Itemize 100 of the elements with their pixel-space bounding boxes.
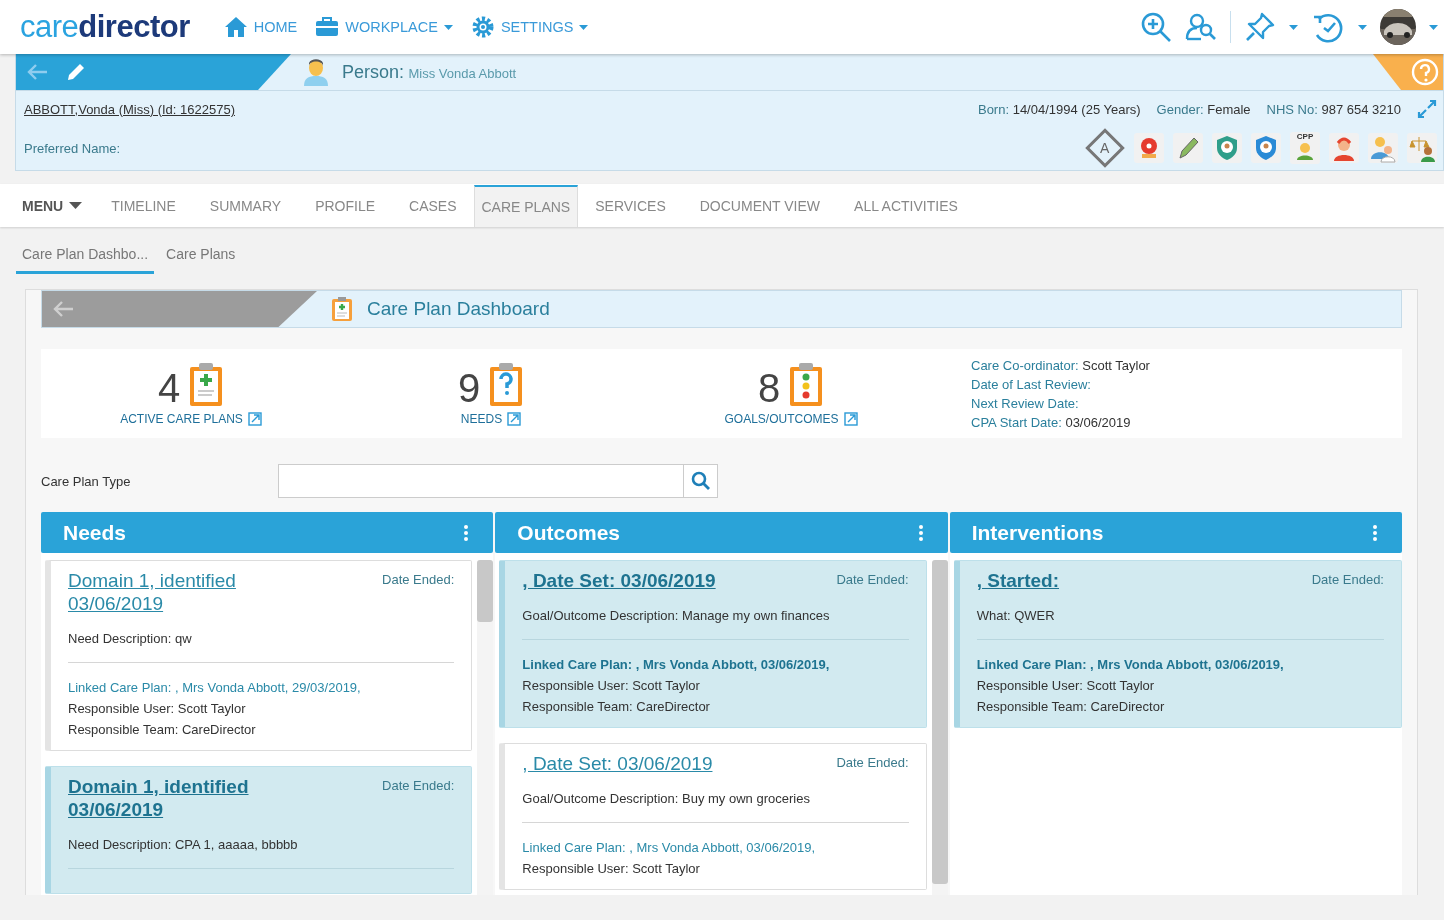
date-ended-label: Date Ended: bbox=[836, 571, 909, 587]
tab[interactable]: PROFILE bbox=[298, 184, 393, 227]
record-card[interactable]: , Date Set: 03/06/2019 Date Ended: Goal/Outcome Description: Manage my own finances Linked Care Plan: , Mrs Vonda Abbott, 03/06/2019, Responsible User: Scott Taylor Responsible Team: CareDirector bbox=[499, 560, 927, 728]
responsible-user-text: Responsible User: Scott Taylor bbox=[976, 677, 1156, 695]
panel-title: Care Plan Dashboard bbox=[367, 298, 550, 320]
responsible-user-text: Responsible User: Scott Taylor bbox=[68, 700, 247, 718]
stat-link[interactable]: ACTIVE CARE PLANS bbox=[120, 411, 262, 426]
column-title: Interventions bbox=[971, 520, 1104, 545]
menu-button[interactable]: MENU bbox=[0, 184, 95, 227]
tab[interactable]: SERVICES bbox=[578, 184, 683, 227]
caredirector-logo[interactable]: caredirector bbox=[20, 9, 190, 45]
cpp-badge[interactable]: CPP bbox=[1290, 132, 1320, 164]
responsible-team-text: Responsible Team: CareDirector bbox=[976, 698, 1166, 716]
record-title-link[interactable]: Domain 1, identified 03/06/2019 bbox=[68, 775, 268, 821]
record-card[interactable]: , Started: Date Ended: What: QWER Linked Care Plan: , Mrs Vonda Abbott, 03/06/2019, Responsible User: Scott Taylor Responsible Team: CareDirector bbox=[953, 560, 1402, 728]
responsible-user-text: Responsible User: Scott Taylor bbox=[522, 860, 701, 878]
date-ended-label: Date Ended: bbox=[836, 754, 909, 770]
person-title: Person: Miss Vonda Abbott bbox=[342, 61, 517, 83]
help-corner[interactable] bbox=[1373, 54, 1443, 90]
preferred-name-label: Preferred Name: bbox=[24, 140, 121, 156]
detail-text: Care Co-ordinator: Scott Taylor bbox=[971, 356, 1150, 375]
record-card[interactable]: Domain 1, identified 03/06/2019 Date Ended: Need Description: qw Linked Care Plan: , Mrs Vonda Abbott, 29/03/2019, Responsible User: Scott Taylor Responsible Team: CareDirector bbox=[45, 560, 473, 751]
person-fact: Gender: Female bbox=[1156, 101, 1251, 117]
alarm-bell-icon[interactable] bbox=[1134, 132, 1164, 164]
tab[interactable]: SUMMARY bbox=[192, 184, 299, 227]
stat-count: 4 bbox=[157, 367, 181, 408]
description-text: What: QWER bbox=[976, 608, 1056, 623]
shield-person-icon[interactable] bbox=[1212, 132, 1242, 164]
person-fact: NHS No: 987 654 3210 bbox=[1266, 101, 1401, 117]
caret-icon[interactable] bbox=[1289, 24, 1298, 30]
record-title-link[interactable]: , Date Set: 03/06/2019 bbox=[522, 569, 716, 592]
external-link-icon bbox=[247, 411, 262, 426]
linked-care-plan-text: Linked Care Plan: , Mrs Vonda Abbott, 29/03/2019, bbox=[68, 679, 362, 697]
scrollbar[interactable] bbox=[477, 560, 494, 895]
stat-count: 9 bbox=[457, 367, 481, 408]
tab[interactable]: DOCUMENT VIEW bbox=[682, 184, 838, 227]
pin-icon[interactable] bbox=[1244, 11, 1276, 43]
clipboard-icon bbox=[188, 361, 225, 408]
scales-person-icon[interactable] bbox=[1407, 132, 1437, 164]
zoom-in-icon[interactable] bbox=[1140, 11, 1172, 43]
history-icon[interactable] bbox=[1311, 11, 1345, 43]
clipboard-icon bbox=[331, 296, 353, 322]
record-title-link[interactable]: , Started: bbox=[976, 569, 1059, 592]
external-link-icon bbox=[507, 411, 522, 426]
date-ended-label: Date Ended: bbox=[1311, 571, 1384, 587]
help-icon[interactable] bbox=[1411, 58, 1439, 86]
record-title-link[interactable]: , Date Set: 03/06/2019 bbox=[522, 752, 713, 775]
tab[interactable]: CASES bbox=[392, 184, 474, 227]
external-link-icon bbox=[843, 411, 858, 426]
clipboard-icon bbox=[788, 361, 825, 408]
detail-text: Date of Last Review: bbox=[971, 375, 1092, 394]
description-text: Need Description: qw bbox=[68, 631, 193, 646]
linked-care-plan-text: Linked Care Plan: , Mrs Vonda Abbott, 03/06/2019, bbox=[522, 656, 831, 674]
nav-menu-item[interactable]: HOME bbox=[223, 15, 298, 39]
caret-icon[interactable] bbox=[1429, 24, 1438, 30]
detail-text: CPA Start Date: 03/06/2019 bbox=[971, 413, 1132, 432]
sub-tab[interactable]: Care Plans bbox=[160, 237, 242, 274]
caret-icon[interactable] bbox=[1358, 24, 1367, 30]
more-options-icon[interactable] bbox=[1372, 523, 1378, 542]
filter-label: Care Plan Type bbox=[41, 473, 132, 489]
person-icon bbox=[303, 58, 329, 86]
column-title: Needs bbox=[63, 520, 127, 545]
headset-person-icon[interactable] bbox=[1329, 132, 1359, 164]
back-arrow-icon[interactable] bbox=[52, 300, 74, 318]
more-options-icon[interactable] bbox=[917, 523, 924, 542]
record-card[interactable]: Domain 1, identified 03/06/2019 Date Ended: Need Description: CPA 1, aaaaa, bbbbb bbox=[45, 766, 473, 894]
record-card[interactable]: , Date Set: 03/06/2019 Date Ended: Goal/Outcome Description: Buy my own groceries Linked Care Plan: , Mrs Vonda Abbott, 03/06/2019, Responsible User: Scott Taylor bbox=[499, 743, 927, 890]
person-icon bbox=[1295, 142, 1315, 160]
sub-tab[interactable]: Care Plan Dashbo... bbox=[16, 237, 155, 274]
responsible-user-text: Responsible User: Scott Taylor bbox=[522, 677, 701, 695]
linked-care-plan-text: Linked Care Plan: , Mrs Vonda Abbott, 03/06/2019, bbox=[522, 839, 817, 857]
home-icon bbox=[223, 16, 248, 38]
description-text: Goal/Outcome Description: Buy my own groceries bbox=[522, 791, 811, 806]
column-title: Outcomes bbox=[517, 520, 621, 545]
description-text: Need Description: CPA 1, aaaaa, bbbbb bbox=[68, 837, 299, 852]
linked-care-plan-text: Linked Care Plan: , Mrs Vonda Abbott, 03/06/2019, bbox=[976, 656, 1285, 674]
shield-person-icon[interactable] bbox=[1251, 132, 1281, 164]
tab[interactable]: TIMELINE bbox=[94, 184, 193, 227]
tab[interactable]: ALL ACTIVITIES bbox=[837, 184, 975, 227]
stat-link[interactable]: GOALS/OUTCOMES bbox=[724, 411, 858, 426]
pencil-icon[interactable] bbox=[1173, 132, 1203, 164]
detail-text: Next Review Date: bbox=[971, 394, 1080, 413]
stat-count: 8 bbox=[757, 367, 781, 408]
nav-menu-item[interactable]: SETTINGS bbox=[470, 15, 589, 39]
expand-icon[interactable] bbox=[1417, 99, 1437, 119]
responsible-team-text: Responsible Team: CareDirector bbox=[68, 721, 257, 739]
nav-menu-item[interactable]: WORKPLACE bbox=[315, 15, 453, 39]
person-search-icon[interactable] bbox=[1185, 11, 1217, 43]
person-record-link[interactable]: ABBOTT,Vonda (Miss) (Id: 1622575) bbox=[24, 101, 235, 117]
tab[interactable]: CARE PLANS bbox=[473, 185, 579, 227]
stat-link[interactable]: NEEDS bbox=[460, 411, 522, 426]
back-arrow-icon[interactable] bbox=[26, 63, 48, 81]
scrollbar[interactable] bbox=[931, 560, 948, 895]
more-options-icon[interactable] bbox=[463, 523, 470, 542]
responsible-team-text: Responsible Team: CareDirector bbox=[522, 698, 711, 716]
settings-icon bbox=[470, 15, 495, 39]
description-text: Goal/Outcome Description: Manage my own finances bbox=[522, 608, 831, 623]
record-title-link[interactable]: Domain 1, identified 03/06/2019 bbox=[68, 569, 268, 615]
edit-pencil-icon[interactable] bbox=[66, 62, 86, 82]
people-icon[interactable] bbox=[1368, 132, 1398, 164]
